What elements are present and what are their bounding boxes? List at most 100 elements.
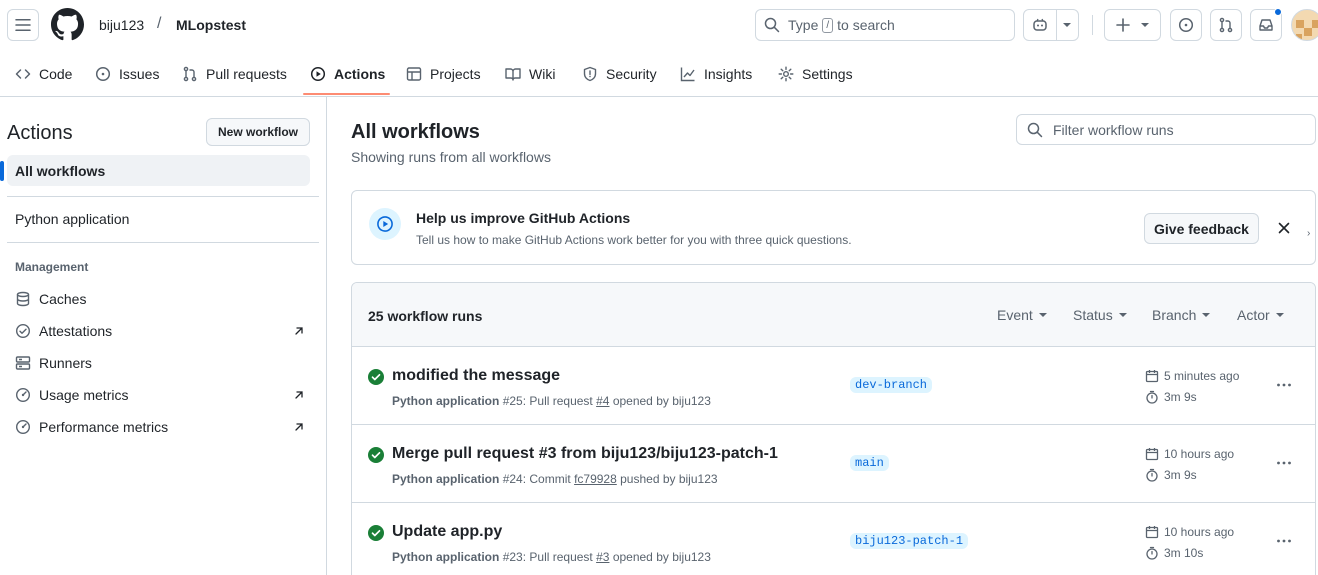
- kebab-horizontal-icon[interactable]: [1276, 455, 1292, 471]
- meter-icon: [15, 387, 31, 403]
- branch-filter-dropdown[interactable]: Branch: [1152, 307, 1211, 323]
- chevron-down-icon: [1063, 23, 1072, 27]
- kebab-horizontal-icon[interactable]: [1276, 533, 1292, 549]
- feedback-banner: Help us improve GitHub Actions Tell us h…: [351, 190, 1316, 265]
- tab-issues[interactable]: Issues: [95, 52, 159, 96]
- tab-label: Projects: [430, 66, 481, 82]
- tab-projects[interactable]: Projects: [406, 52, 481, 96]
- sidebar-title: Actions: [7, 122, 73, 144]
- run-ref-link[interactable]: #4: [596, 394, 609, 408]
- table-row[interactable]: Merge pull request #3 from biju123/biju1…: [352, 425, 1315, 503]
- meter-icon: [15, 419, 31, 435]
- branch-label[interactable]: main: [850, 455, 889, 471]
- tab-label: Issues: [119, 66, 160, 82]
- run-ref-link[interactable]: fc79928: [574, 472, 617, 486]
- notification-dot: [1274, 8, 1282, 16]
- table-row[interactable]: modified the message Python application …: [352, 347, 1315, 425]
- sidebar-link-runners[interactable]: Runners: [15, 349, 305, 377]
- run-action: opened by biju123: [612, 550, 711, 564]
- tab-code[interactable]: Code: [15, 52, 72, 96]
- sidebar-link-caches[interactable]: Caches: [15, 285, 305, 313]
- sidebar-link-attestations[interactable]: Attestations: [15, 317, 305, 345]
- sidebar-item-all-workflows[interactable]: All workflows: [0, 155, 310, 186]
- caret-down-icon: [1275, 313, 1284, 317]
- caret-down-icon: [1118, 313, 1127, 317]
- breadcrumb-repo[interactable]: MLopstest: [176, 17, 246, 33]
- run-title[interactable]: Update app.py: [392, 523, 502, 541]
- give-feedback-button[interactable]: Give feedback: [1144, 213, 1259, 244]
- play-icon: [369, 208, 401, 240]
- dropdown-label: Event: [997, 307, 1033, 323]
- branch-label[interactable]: biju123-patch-1: [850, 533, 969, 549]
- run-meta: Python application #24: Commit fc79928 p…: [392, 472, 718, 486]
- tab-security[interactable]: Security: [582, 52, 657, 96]
- tab-insights[interactable]: Insights: [680, 52, 752, 96]
- play-icon: [310, 66, 326, 82]
- pull-request-icon: [1219, 17, 1233, 33]
- run-title[interactable]: Merge pull request #3 from biju123/biju1…: [392, 445, 778, 463]
- pull-request-icon: [183, 66, 197, 82]
- status-filter-dropdown[interactable]: Status: [1073, 307, 1127, 323]
- run-duration-text: 3m 10s: [1164, 546, 1204, 560]
- sidebar-link-label: Caches: [39, 291, 87, 307]
- tab-wiki[interactable]: Wiki: [505, 52, 555, 96]
- caret-down-icon: [1038, 313, 1047, 317]
- menu-button[interactable]: [7, 9, 39, 41]
- chevron-down-icon: [1140, 23, 1149, 27]
- run-meta: Python application #23: Pull request #3 …: [392, 550, 711, 564]
- tab-settings[interactable]: Settings: [778, 52, 853, 96]
- run-workflow: Python application: [392, 550, 500, 564]
- table-row[interactable]: Update app.py Python application #23: Pu…: [352, 503, 1315, 575]
- tab-pull-requests[interactable]: Pull requests: [182, 52, 287, 96]
- sidebar-item-python-application[interactable]: Python application: [7, 203, 310, 234]
- tab-actions[interactable]: Actions: [310, 52, 385, 96]
- run-time-text: 10 hours ago: [1164, 447, 1235, 461]
- book-icon: [505, 68, 521, 81]
- actor-filter-dropdown[interactable]: Actor: [1237, 307, 1284, 323]
- arrow-up-right-icon: [295, 423, 303, 431]
- sidebar-link-usage-metrics[interactable]: Usage metrics: [15, 381, 305, 409]
- actions-sidebar: Actions New workflow All workflows Pytho…: [0, 97, 327, 575]
- run-workflow: Python application: [392, 394, 500, 408]
- tab-label: Security: [606, 66, 657, 82]
- calendar-icon: [1145, 370, 1159, 383]
- new-workflow-button[interactable]: New workflow: [206, 118, 310, 146]
- run-time: 10 hours ago: [1145, 525, 1234, 539]
- breadcrumb-owner[interactable]: biju123: [99, 17, 144, 33]
- run-number: #24: [502, 472, 523, 486]
- issues-button[interactable]: [1170, 9, 1202, 41]
- run-ref-link[interactable]: #3: [596, 550, 609, 564]
- avatar[interactable]: [1291, 9, 1318, 41]
- run-title[interactable]: modified the message: [392, 367, 560, 385]
- dropdown-label: Actor: [1237, 307, 1270, 323]
- event-filter-dropdown[interactable]: Event: [997, 307, 1047, 323]
- run-duration: 3m 9s: [1145, 390, 1197, 404]
- run-event: Pull request: [529, 394, 593, 408]
- create-new-button[interactable]: [1104, 9, 1161, 41]
- search-input[interactable]: Type / to search: [755, 9, 1015, 41]
- branch-label[interactable]: dev-branch: [850, 377, 933, 393]
- sidebar-link-performance-metrics[interactable]: Performance metrics: [15, 413, 305, 441]
- repo-nav: Code Issues Pull requests Actions Projec…: [0, 52, 1318, 97]
- run-duration: 3m 9s: [1145, 468, 1197, 482]
- runs-count: 25 workflow runs: [368, 308, 483, 324]
- run-number: #23: [502, 550, 523, 564]
- close-icon[interactable]: [1277, 221, 1291, 235]
- page-subtitle: Showing runs from all workflows: [351, 149, 551, 165]
- run-time: 5 minutes ago: [1145, 369, 1239, 383]
- pull-requests-button[interactable]: [1210, 9, 1242, 41]
- run-workflow: Python application: [392, 472, 500, 486]
- sidebar-link-label: Runners: [39, 355, 92, 371]
- workflow-runs-list: 25 workflow runs Event Status Branch Act…: [351, 282, 1316, 575]
- run-meta: Python application #25: Pull request #4 …: [392, 394, 711, 408]
- tab-label: Settings: [802, 66, 853, 82]
- stopwatch-icon: [1146, 390, 1158, 404]
- filter-workflow-runs-input[interactable]: Filter workflow runs: [1016, 114, 1316, 145]
- sidebar-divider: [7, 196, 319, 197]
- copilot-button[interactable]: [1023, 9, 1079, 41]
- github-logo-icon[interactable]: [51, 8, 84, 41]
- copilot-icon: [1033, 18, 1047, 31]
- kebab-horizontal-icon[interactable]: [1276, 377, 1292, 393]
- sidebar-link-label: Usage metrics: [39, 387, 129, 403]
- plus-icon: [1115, 18, 1130, 32]
